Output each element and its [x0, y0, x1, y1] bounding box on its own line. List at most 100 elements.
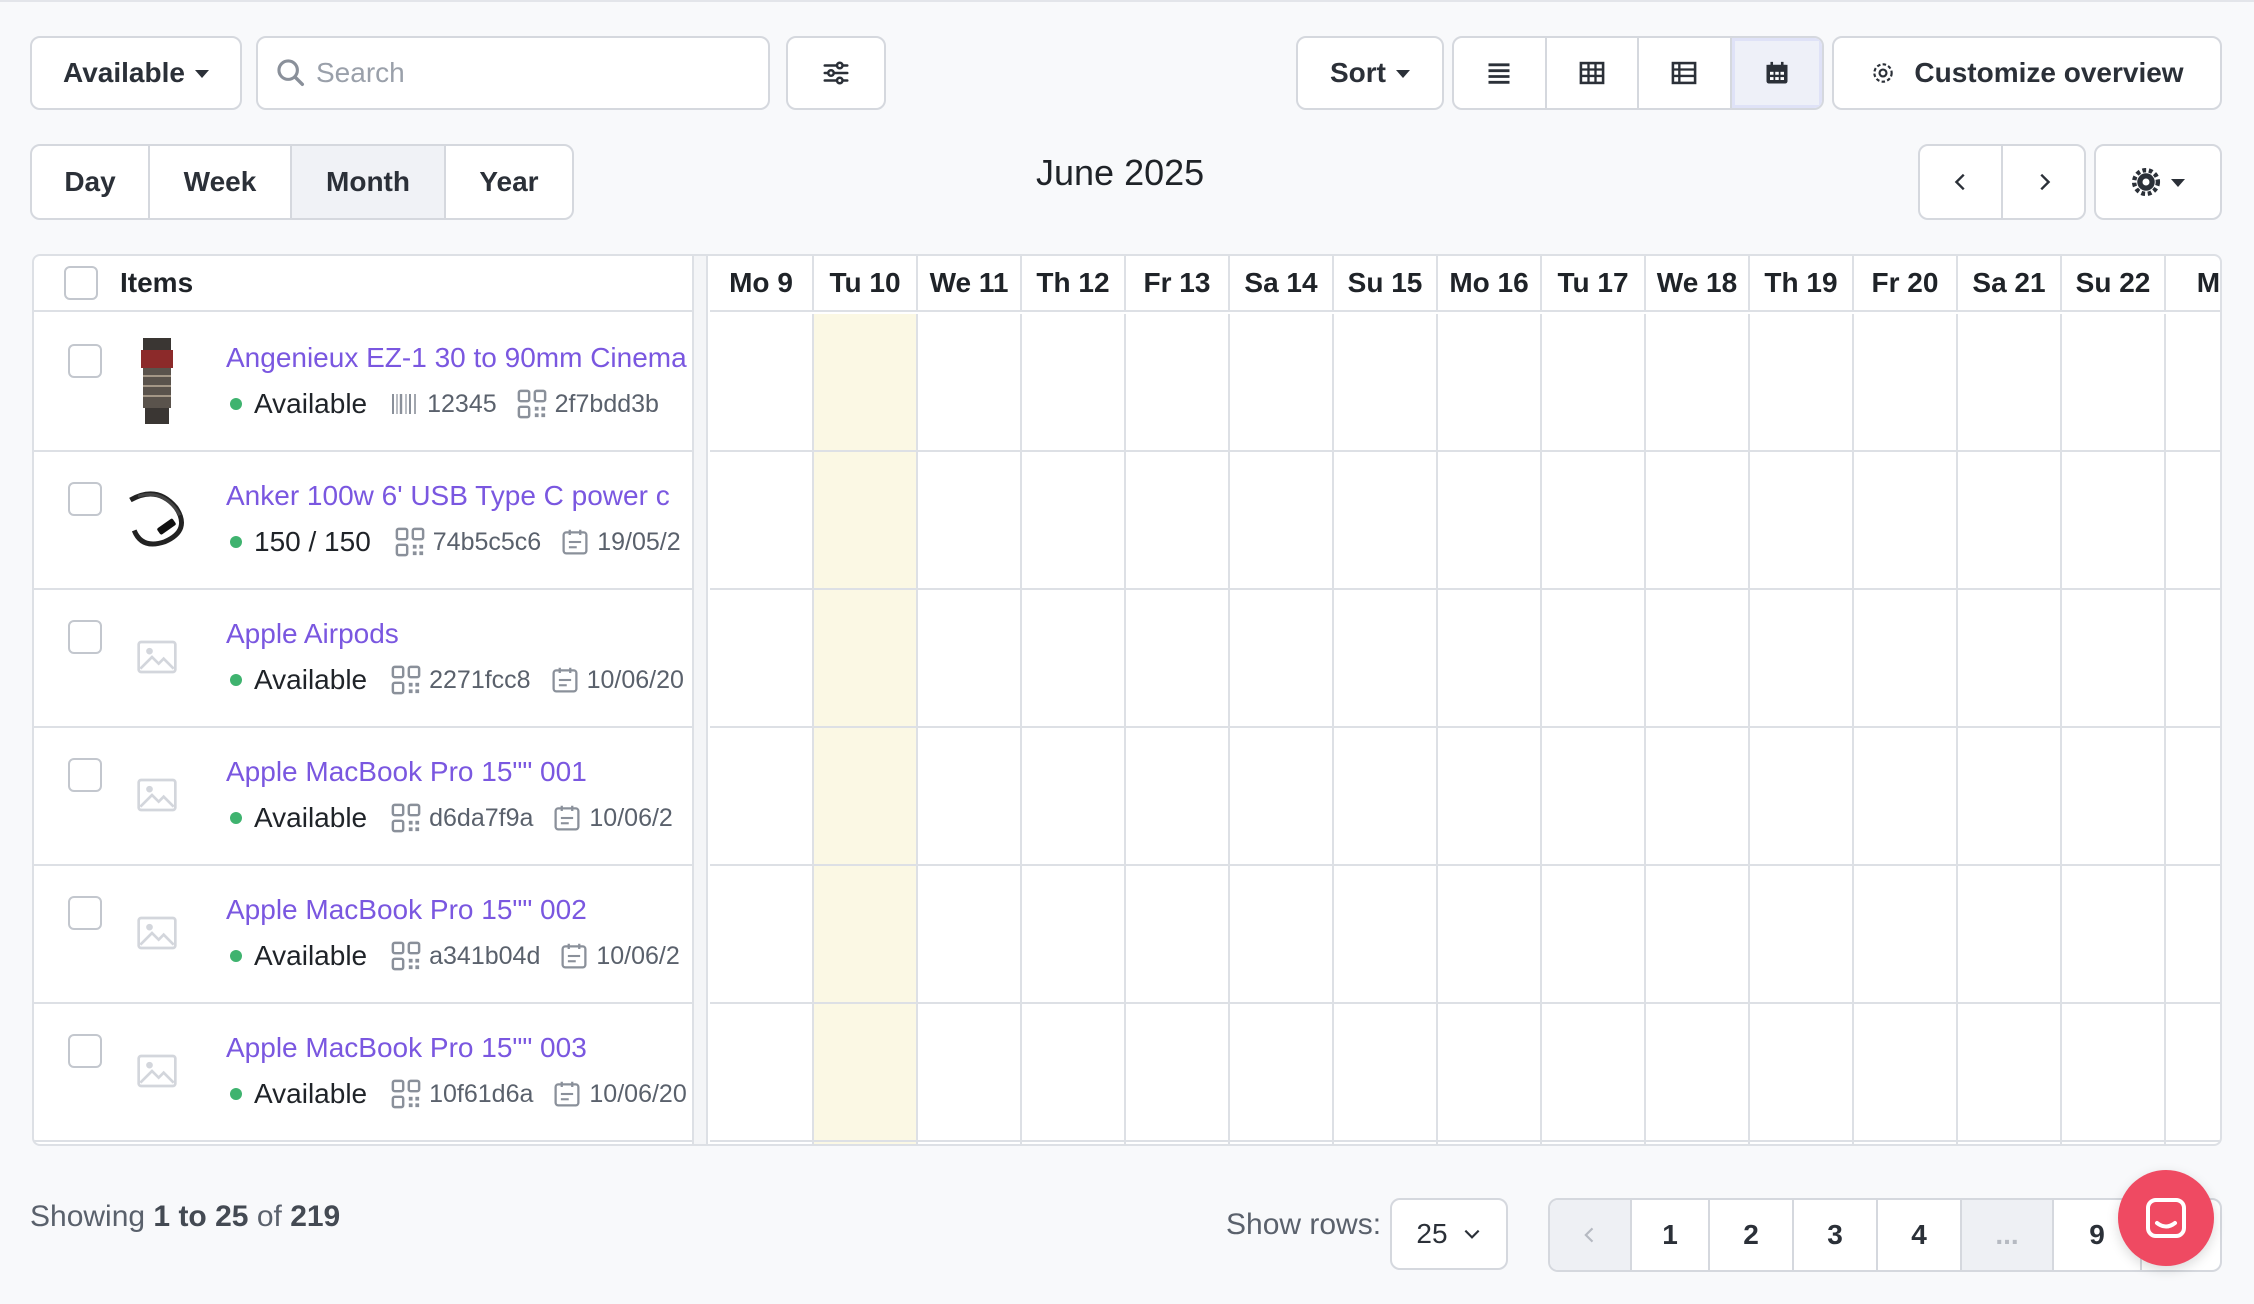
calendar-day-header: Th 12 — [1022, 256, 1126, 310]
page-3-button[interactable]: 3 — [1794, 1200, 1878, 1270]
period-year-label: Year — [479, 166, 539, 197]
calendar-day-column[interactable] — [1750, 314, 1854, 1144]
lens-image — [112, 336, 202, 426]
grid-view-button[interactable] — [1547, 38, 1639, 108]
date-icon — [551, 666, 579, 694]
column-resize-handle[interactable] — [694, 256, 708, 1144]
calendar-day-column[interactable] — [1646, 314, 1750, 1144]
page-number: 1 — [1662, 1219, 1678, 1250]
date-icon — [553, 804, 581, 832]
calendar-day-column[interactable] — [1230, 314, 1334, 1144]
period-year-button[interactable]: Year — [446, 146, 572, 218]
rows-per-page-select[interactable]: 25 — [1390, 1198, 1508, 1270]
item-qr-code: 2271fcc8 — [429, 665, 531, 694]
item-name-link[interactable]: Apple Airpods — [226, 618, 694, 650]
calendar-today-column[interactable] — [814, 314, 918, 1144]
page-4-button[interactable]: 4 — [1878, 1200, 1962, 1270]
calendar-day-column[interactable] — [1334, 314, 1438, 1144]
page-number: 9 — [2089, 1219, 2105, 1250]
calendar-day-column[interactable] — [1854, 314, 1958, 1144]
grid-icon — [1579, 61, 1605, 85]
cog-icon — [2131, 167, 2161, 197]
table-row: Apple Airpods Available 2271fcc8 10/06/20 — [34, 590, 692, 728]
calendar-day-header: Th 19 — [1750, 256, 1854, 310]
page-ellipsis: ... — [1962, 1200, 2054, 1270]
sliders-icon — [823, 61, 849, 85]
showing-of: of — [256, 1200, 282, 1233]
period-month-button[interactable]: Month — [292, 146, 446, 218]
list-view-button[interactable] — [1454, 38, 1547, 108]
caret-down-icon — [194, 70, 209, 78]
row-checkbox[interactable] — [68, 1034, 102, 1068]
status-dot — [230, 1088, 242, 1100]
calendar-view-button[interactable] — [1731, 38, 1822, 108]
page-2-button[interactable]: 2 — [1710, 1200, 1794, 1270]
customize-overview-button[interactable]: Customize overview — [1832, 36, 2222, 110]
placeholder-image — [112, 888, 202, 978]
row-checkbox[interactable] — [68, 482, 102, 516]
calendar-day-column[interactable] — [2166, 314, 2220, 1144]
qr-code-icon — [391, 1079, 421, 1109]
showing-total: 219 — [290, 1200, 341, 1233]
calendar-day-header: We 18 — [1646, 256, 1750, 310]
item-meta: Available a341b04d 10/06/2 — [226, 936, 694, 976]
period-week-button[interactable]: Week — [150, 146, 292, 218]
previous-period-button[interactable] — [1920, 146, 2003, 218]
period-day-button[interactable]: Day — [32, 146, 150, 218]
calendar-icon — [1766, 61, 1788, 84]
previous-page-button[interactable] — [1550, 1200, 1632, 1270]
table-row: Apple MacBook Pro 15"" 002 Available a341b… — [34, 866, 692, 1004]
calendar-grid: Mo 9 Tu 10 We 11 Th 12 Fr 13 Sa 14 Su 15 Mo 16 T… — [710, 256, 2220, 1144]
calendar-day-column[interactable] — [1958, 314, 2062, 1144]
cable-image — [112, 474, 202, 564]
calendar-day-header: Su 15 — [1334, 256, 1438, 310]
table-row: Apple MacBook Pro 15"" 001 Available d6da7… — [34, 728, 692, 866]
table-view-button[interactable] — [1639, 38, 1732, 108]
calendar-day-header: Tu 17 — [1542, 256, 1646, 310]
chevron-down-icon — [1464, 1229, 1480, 1239]
chevron-left-icon — [1584, 1227, 1594, 1243]
status-dot — [230, 536, 242, 548]
table-row: Apple MacBook Pro 15"" 003 Available 10f61… — [34, 1004, 692, 1142]
sort-dropdown[interactable]: Sort — [1296, 36, 1444, 110]
calendar-day-column[interactable] — [1022, 314, 1126, 1144]
calendar-day-header: Sa 14 — [1230, 256, 1334, 310]
period-day-label: Day — [64, 166, 116, 197]
search-field[interactable] — [256, 36, 770, 110]
row-checkbox[interactable] — [68, 896, 102, 930]
item-qr-code: 10f61d6a — [429, 1079, 534, 1108]
item-name-link[interactable]: Apple MacBook Pro 15"" 001 — [226, 756, 694, 788]
calendar-day-column[interactable] — [710, 314, 814, 1144]
advanced-filter-button[interactable] — [786, 36, 886, 110]
availability-filter-dropdown[interactable]: Available — [30, 36, 242, 110]
calendar-day-column[interactable] — [1126, 314, 1230, 1144]
calendar-settings-dropdown[interactable] — [2094, 144, 2222, 220]
date-icon — [560, 942, 588, 970]
row-checkbox[interactable] — [68, 758, 102, 792]
page-1-button[interactable]: 1 — [1632, 1200, 1710, 1270]
page-number: 4 — [1911, 1219, 1927, 1250]
calendar-day-header: We 11 — [918, 256, 1022, 310]
item-date: 10/06/20 — [586, 665, 684, 694]
pagination-summary: Showing 1 to 25 of 219 — [30, 1200, 340, 1234]
placeholder-image — [112, 750, 202, 840]
item-name-link[interactable]: Anker 100w 6' USB Type C power c — [226, 480, 694, 512]
row-checkbox[interactable] — [68, 344, 102, 378]
item-qr-code: a341b04d — [429, 941, 541, 970]
search-input[interactable] — [316, 57, 736, 89]
calendar-day-column[interactable] — [1542, 314, 1646, 1144]
row-checkbox[interactable] — [68, 620, 102, 654]
calendar-day-column[interactable] — [2062, 314, 2166, 1144]
search-icon — [277, 59, 305, 87]
calendar-day-column[interactable] — [1438, 314, 1542, 1144]
item-name-link[interactable]: Apple MacBook Pro 15"" 002 — [226, 894, 694, 926]
chat-launcher-button[interactable] — [2118, 1170, 2214, 1266]
item-meta: Available 10f61d6a 10/06/20 — [226, 1074, 694, 1114]
calendar-day-column[interactable] — [918, 314, 1022, 1144]
select-all-checkbox[interactable] — [64, 266, 98, 300]
item-name-link[interactable]: Angenieux EZ-1 30 to 90mm Cinema — [226, 342, 694, 374]
item-meta: Available 12345 2f7bdd3b — [226, 384, 694, 424]
item-status: Available — [254, 802, 368, 833]
item-name-link[interactable]: Apple MacBook Pro 15"" 003 — [226, 1032, 694, 1064]
next-period-button[interactable] — [2003, 146, 2084, 218]
